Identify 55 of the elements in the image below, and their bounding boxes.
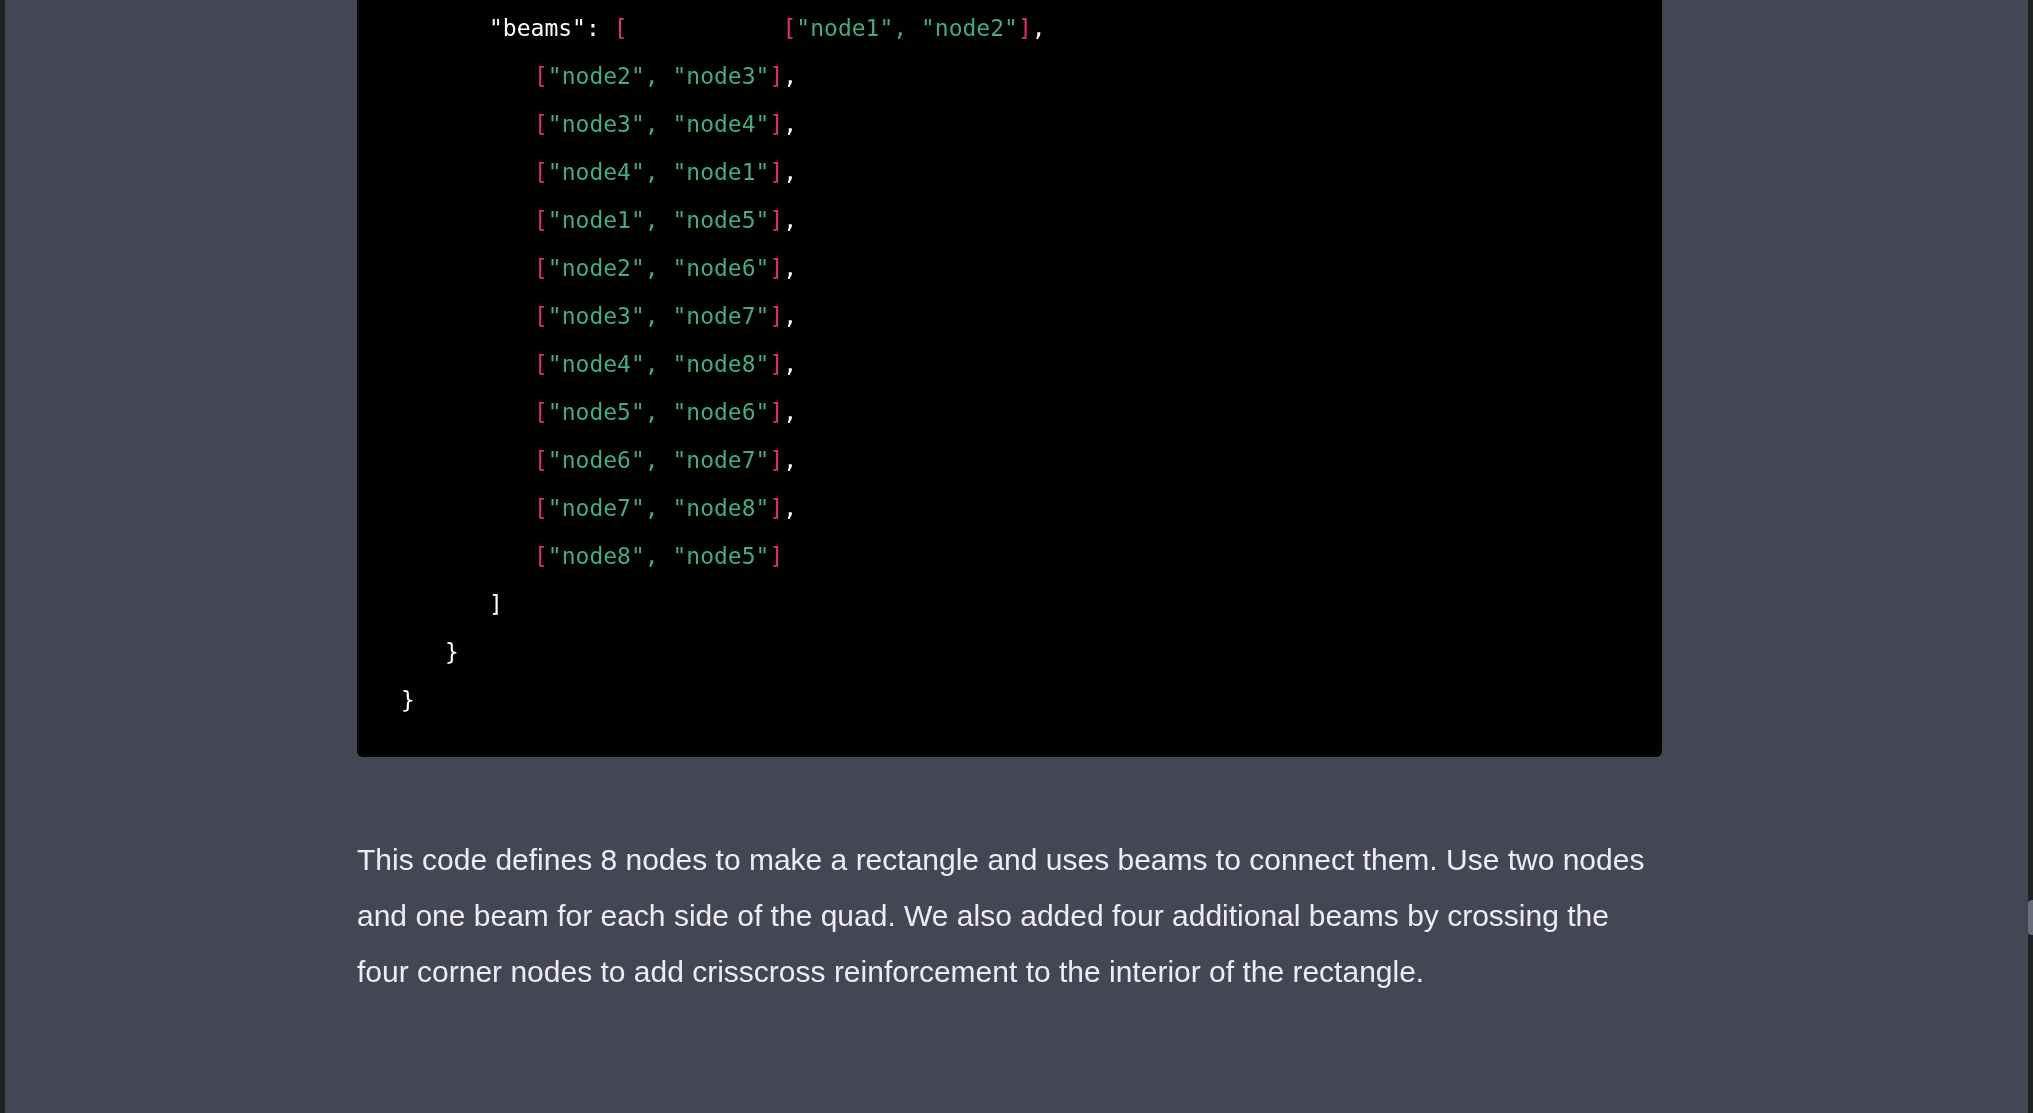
code-punctuation: ]: [489, 591, 503, 617]
code-bracket: [: [534, 495, 548, 521]
scrollbar-thumb[interactable]: [2028, 900, 2033, 935]
code-bracket: ]: [769, 159, 784, 185]
code-bracket: ]: [769, 495, 784, 521]
code-string: "node4", "node1": [547, 159, 770, 185]
code-string: "node6", "node7": [547, 447, 770, 473]
code-bracket: ]: [769, 207, 784, 233]
code-punctuation: ,: [783, 447, 798, 473]
code-bracket: ]: [769, 63, 784, 89]
code-punctuation: ,: [783, 63, 798, 89]
code-bracket: [: [534, 159, 548, 185]
code-string: "node4", "node8": [547, 351, 770, 377]
code-punctuation: }: [401, 687, 415, 713]
code-punctuation: ,: [1031, 15, 1046, 41]
code-punctuation: :: [585, 15, 601, 41]
code-bracket: ]: [769, 543, 784, 569]
code-bracket: [: [534, 255, 548, 281]
code-string: "node3", "node7": [547, 303, 770, 329]
code-string: "node2", "node3": [547, 63, 770, 89]
code-punctuation: ,: [783, 207, 798, 233]
code-string: "node1", "node2": [796, 15, 1018, 41]
code-punctuation: ,: [783, 303, 798, 329]
code-punctuation: ,: [783, 399, 798, 425]
code-bracket: [: [782, 15, 797, 41]
code-punctuation: ,: [783, 351, 798, 377]
code-punctuation: "beams": [489, 15, 586, 41]
code-bracket: [: [534, 63, 548, 89]
code-string: "node8", "node5": [547, 543, 770, 569]
code-bracket: ]: [769, 111, 784, 137]
code-string: "node2", "node6": [547, 255, 770, 281]
code-string: "node3", "node4": [547, 111, 770, 137]
code-bracket: ]: [769, 447, 784, 473]
code-bracket: [: [534, 351, 548, 377]
code-string: "node5", "node6": [547, 399, 770, 425]
code-string: "node7", "node8": [547, 495, 770, 521]
code-bracket: [: [534, 447, 548, 473]
code-bracket: ]: [769, 255, 784, 281]
code-bracket: [: [534, 303, 548, 329]
code-bracket: ]: [769, 351, 784, 377]
code-punctuation: ,: [783, 159, 798, 185]
code-punctuation: ,: [783, 495, 798, 521]
code-punctuation: ,: [783, 111, 798, 137]
code-bracket: ]: [1017, 15, 1032, 41]
code-bracket: [: [534, 399, 548, 425]
code-punctuation: ,: [783, 255, 798, 281]
code-bracket: [: [613, 15, 628, 41]
code-punctuation: }: [445, 639, 459, 665]
code-bracket: [: [534, 207, 548, 233]
code-bracket: ]: [769, 303, 784, 329]
code-bracket: [: [534, 543, 548, 569]
code-bracket: ]: [769, 399, 784, 425]
explanation-paragraph: This code defines 8 nodes to make a rectangle and uses beams to connect them. Use two nodes and one beam for each side of the quad. We also added four additional beams by crossing the four corner nodes to add crisscross reinforcement to the interior of the rectangle.: [357, 842, 1646, 990]
code-string: "node1", "node5": [547, 207, 770, 233]
code-bracket: [: [534, 111, 548, 137]
